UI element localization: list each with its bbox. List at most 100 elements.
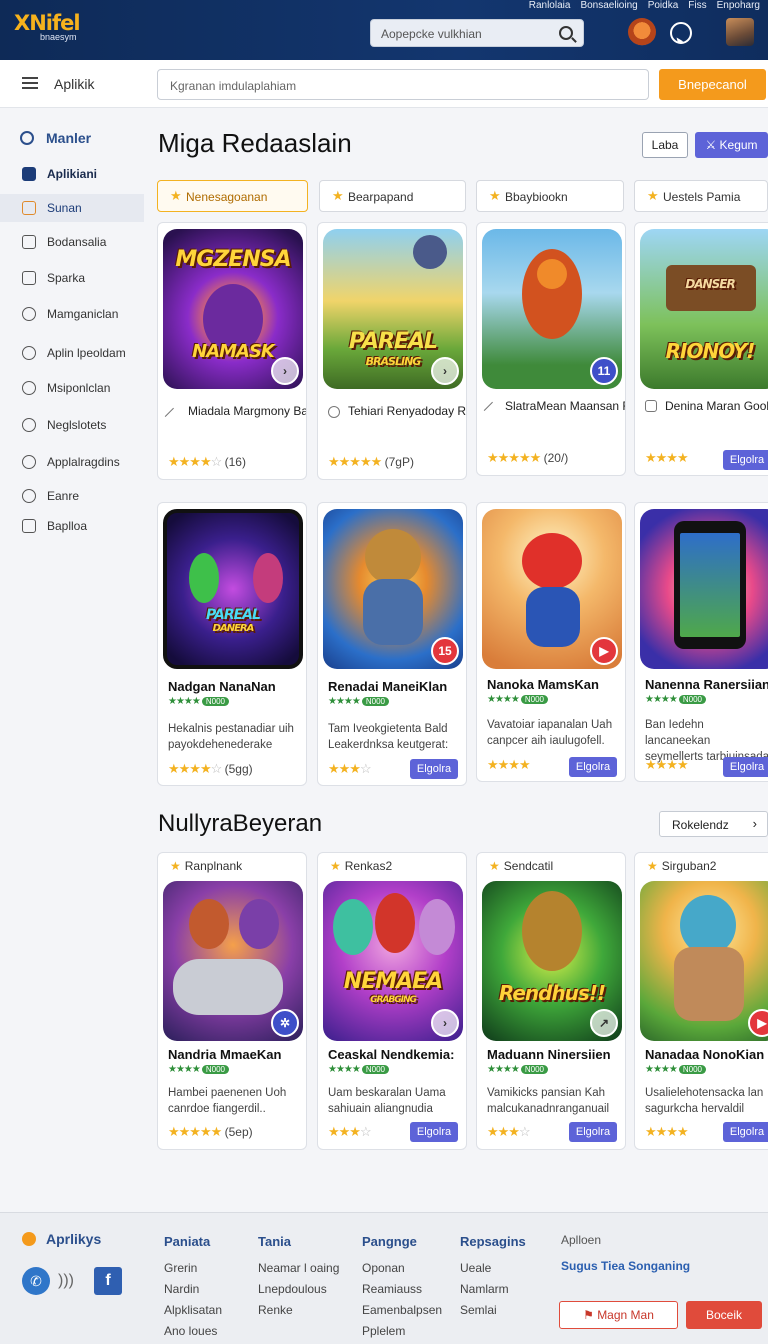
main-search-input[interactable]: Kgranan imdulaplahiam [157, 69, 649, 100]
footer-link[interactable]: Ueale [460, 1258, 526, 1279]
sidebar-item[interactable]: Applalragdins [0, 448, 144, 476]
footer-link[interactable]: Namlarm [460, 1279, 526, 1300]
top-link[interactable]: Fiss [688, 0, 706, 14]
filter-tab[interactable]: ★ Bearpapand [319, 180, 466, 212]
footer-link[interactable]: Reamiauss [362, 1279, 442, 1300]
secondary-button[interactable]: Laba [642, 132, 688, 158]
footer-link[interactable]: Neamar l oaing [258, 1258, 339, 1279]
menu-icon[interactable] [22, 77, 38, 89]
chat-icon[interactable] [670, 22, 692, 44]
install-button[interactable]: Elgolra [410, 759, 458, 779]
see-more-button[interactable]: Rokelendz › [659, 811, 768, 837]
download-icon[interactable]: › [271, 357, 299, 385]
footer-link[interactable]: Pplelem [362, 1321, 442, 1342]
app-card[interactable]: ★ Sendcatil Rendhus!! ↗ Maduann Ninersiie… [476, 852, 626, 1150]
sidebar-item[interactable]: Baplloa [0, 512, 144, 540]
facebook-icon[interactable]: f [94, 1267, 122, 1295]
sidebar-item[interactable]: Msiponlclan [0, 374, 144, 402]
footer-primary-button[interactable]: Boceik [686, 1301, 762, 1329]
sidebar-item-active[interactable]: Sunan [0, 194, 144, 222]
sidebar-item[interactable]: Eanre [0, 482, 144, 510]
sidebar-item[interactable]: Mamganiclan [0, 300, 144, 328]
footer-link-highlight[interactable]: Sugus Tiea Songaning [561, 1259, 690, 1273]
footer-link[interactable]: Lnepdoulous [258, 1279, 339, 1300]
sidebar-item[interactable]: Neglslotets [0, 411, 144, 439]
app-name: Nanenna Ranersiian [645, 677, 768, 692]
rss-icon[interactable]: ))) [58, 1267, 86, 1295]
game-artwork: DANSER RIONOY! [640, 229, 768, 389]
chevron-right-icon: › [752, 816, 757, 831]
filter-tab[interactable]: ★ Uestels Pamia [634, 180, 768, 212]
install-button[interactable]: Elgolra [410, 1122, 458, 1142]
sidebar-item[interactable]: Aplin lpeoldam [0, 339, 144, 367]
app-rating: ★★★★☆ (5gg) [168, 761, 253, 776]
footer-link[interactable]: Grerin [164, 1258, 222, 1279]
sidebar-item[interactable]: Sparka [0, 264, 144, 292]
game-artwork: PAREAL DANERA [163, 509, 303, 669]
footer: Aprlikys ✆ ))) f Paniata Grerin Nardin A… [0, 1212, 768, 1344]
fox-avatar-icon[interactable] [628, 18, 656, 46]
install-button[interactable]: Elgolra [569, 1122, 617, 1142]
download-icon[interactable]: › [431, 1009, 459, 1037]
app-card[interactable]: ★ Sirguban2 ▶ Nanadaa NonoKian ★★★★ N000 U… [634, 852, 768, 1150]
app-card[interactable]: DANSER RIONOY! Denina Maran Gookar Nagia… [634, 222, 768, 476]
update-badge: 15 [431, 637, 459, 665]
app-card[interactable]: Nanenna Ranersiian ★★★★ N000 Ban Iedehn l… [634, 502, 768, 782]
app-card[interactable]: 11 SlatraMean Maansan Reyala ★★★★★ (20/) [476, 222, 626, 476]
globe-icon [328, 406, 340, 418]
install-button[interactable]: Elgolra [723, 450, 768, 470]
share-icon[interactable]: ↗ [590, 1009, 618, 1037]
search-icon[interactable] [559, 26, 573, 40]
footer-link[interactable]: Ano loues [164, 1321, 222, 1342]
header-action-button[interactable]: Bnepecanol [659, 69, 766, 100]
mini-rating: ★★★★ N000 [168, 696, 229, 707]
footer-link[interactable]: Eamenbalpsen [362, 1300, 442, 1321]
top-link[interactable]: Bonsaelioing [580, 0, 637, 14]
sidebar-heading: Manler [19, 130, 91, 146]
filter-tab[interactable]: ★ Bbaybiookn [476, 180, 624, 212]
download-icon[interactable]: › [431, 357, 459, 385]
user-avatar[interactable] [726, 18, 754, 46]
app-card[interactable]: 15 Renadai ManeiKlan ★★★★ N000 Tam Iveokg… [317, 502, 467, 786]
game-controller-icon[interactable]: ✲ [271, 1009, 299, 1037]
phone-icon[interactable]: ✆ [22, 1267, 50, 1295]
footer-link[interactable]: Renke [258, 1300, 339, 1321]
game-artwork: ▶ [640, 881, 768, 1041]
category-tag: ★ Sirguban2 [647, 859, 717, 873]
footer-link[interactable]: Oponan [362, 1258, 442, 1279]
footer-link[interactable]: Semlai [460, 1300, 526, 1321]
music-note-icon [22, 167, 36, 181]
play-icon[interactable]: ▶ [590, 637, 618, 665]
top-search-input[interactable]: Aopepcke vulkhian [370, 19, 584, 47]
mini-rating: ★★★★ N000 [328, 1064, 389, 1075]
calendar-icon [22, 271, 36, 285]
top-link[interactable]: Enpoharg [717, 0, 760, 14]
mini-rating: ★★★★ N000 [645, 694, 706, 705]
top-link[interactable]: Ranlolaia [529, 0, 571, 14]
app-card[interactable]: MGZENSA NAMASK › Miadala Margmony Baglan… [157, 222, 307, 480]
app-card[interactable]: ★ Ranplnank ✲ Nandria MmaeKan ★★★★ N000 Ha… [157, 852, 307, 1150]
primary-button[interactable]: ⚔ Kegum [695, 132, 768, 158]
app-card[interactable]: ★ Renkas2 NEMAEA GRABGING › Ceaskal Nendk… [317, 852, 467, 1150]
app-rating: ★★★☆ [487, 1124, 531, 1139]
sidebar-item[interactable]: Aplikiani [0, 160, 144, 188]
top-link[interactable]: Poidka [648, 0, 679, 14]
play-icon[interactable]: ▶ [748, 1009, 768, 1037]
install-button[interactable]: Elgolra [569, 757, 617, 777]
sidebar-item[interactable]: Bodansalia [0, 228, 144, 256]
app-card[interactable]: PAREAL DANERA Nadgan NanaNan ★★★★ N000 He… [157, 502, 307, 786]
footer-secondary-button[interactable]: ⚑ Magn Man [559, 1301, 678, 1329]
footer-brand[interactable]: Aprlikys [22, 1231, 101, 1247]
app-card[interactable]: ▶ Nanoka MamsKan ★★★★ N000 Vavatoiar iapa… [476, 502, 626, 782]
filter-tab-active[interactable]: ★ Nenesagoanan [157, 180, 308, 212]
app-logo[interactable]: XNifel bnaesym [14, 12, 106, 50]
install-button[interactable]: Elgolra [723, 1122, 768, 1142]
box-icon [645, 400, 657, 412]
app-card[interactable]: PAREAL BRASLING › Tehiari Renyadoday Ray… [317, 222, 467, 480]
app-description: Hambei paenenen Uoh canrdoe fiangerdil.. [168, 1087, 287, 1115]
hand-icon [22, 455, 36, 469]
footer-link[interactable]: Alpklisatan [164, 1300, 222, 1321]
top-search-placeholder: Aopepcke vulkhian [381, 27, 482, 41]
footer-link[interactable]: Nardin [164, 1279, 222, 1300]
install-button[interactable]: Elgolra [723, 757, 768, 777]
